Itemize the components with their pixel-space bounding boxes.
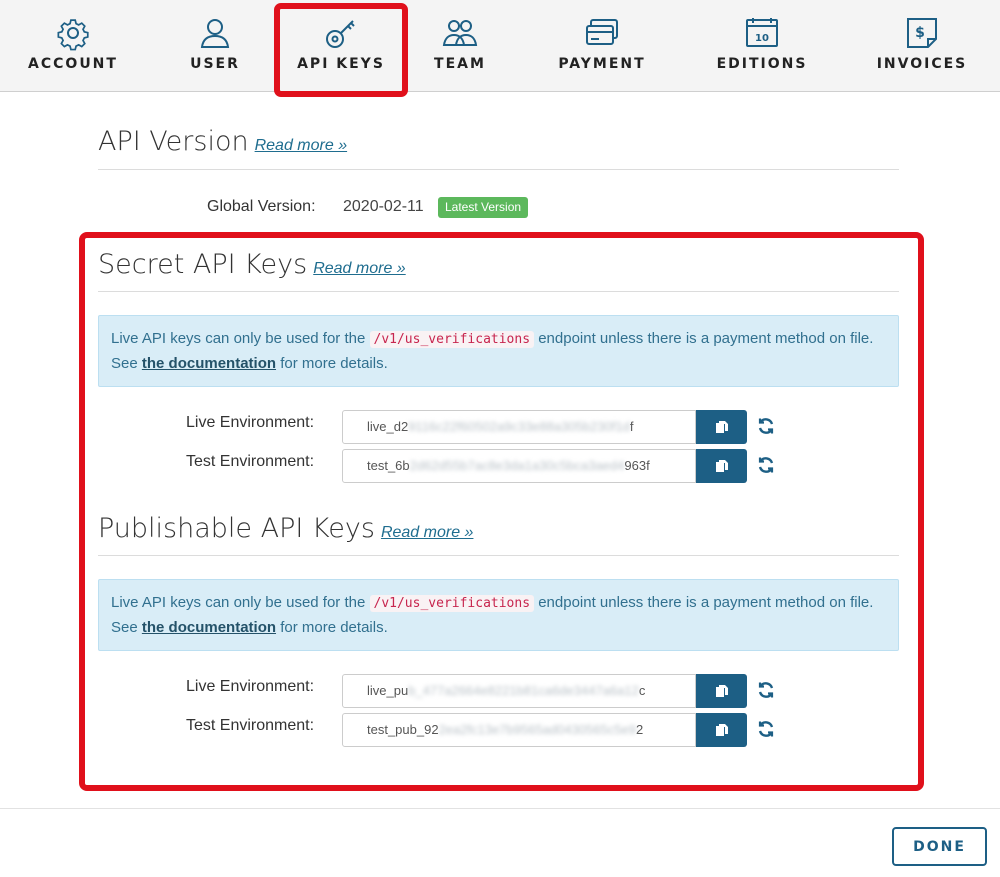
key-visible-part: 2 [635,722,644,737]
tab-editions[interactable]: 10 EDITIONS [712,0,812,92]
secret-test-label: Test Environment: [186,453,315,470]
publishable-live-key-field[interactable]: live_pub_477a2664e8221b81ca6de3447a6a12c [342,674,696,708]
key-visible-part: test_pub_92 [367,722,439,737]
api-version-title: API Version [98,126,249,157]
publishable-test-regenerate-button[interactable] [756,719,776,739]
svg-text:$: $ [915,25,925,41]
tab-label: TEAM [434,56,486,72]
latest-version-badge: Latest Version [438,197,529,218]
secret-live-key-field[interactable]: live_d29116c22f60502a9c33e88a305b230f1df [342,410,696,444]
tab-user[interactable]: USER [165,0,265,92]
alert-text: for more details. [276,619,388,636]
key-visible-part: f [629,419,634,434]
calendar-icon: 10 [742,14,782,52]
refresh-icon [758,721,774,737]
refresh-icon [758,457,774,473]
tab-label: API KEYS [297,56,385,72]
secret-test-key-field[interactable]: test_6b2d62d55b7ac8e3da1a30c5bca3aed4963… [342,449,696,483]
alert-text: Live API keys can only be used for the [111,330,370,347]
documentation-link[interactable]: the documentation [142,619,276,636]
secret-keys-info-alert: Live API keys can only be used for the /… [98,315,899,387]
copy-icon [715,421,728,433]
tab-api-keys[interactable]: API KEYS [280,0,402,92]
key-visible-part: 963f [624,458,650,473]
publishable-keys-title: Publishable API Keys [98,513,375,544]
tab-team[interactable]: TEAM [415,0,505,92]
documentation-link[interactable]: the documentation [142,355,276,372]
alert-text: for more details. [276,355,388,372]
alert-text: Live API keys can only be used for the [111,594,370,611]
publishable-keys-heading: Publishable API Keys Read more » [98,513,473,544]
key-redacted-part: 2d62d55b7ac8e3da1a30c5bca3aed4 [409,458,625,473]
top-nav: ACCOUNT USER API KEYS TEAM PAYMENT 10 ED… [0,0,1000,92]
secret-test-regenerate-button[interactable] [756,455,776,475]
secret-keys-title: Secret API Keys [98,249,308,280]
secret-live-label: Live Environment: [186,414,315,431]
key-redacted-part: 2ea2fc13e7b9565ad0430565c5e9 [438,722,636,737]
tab-invoices[interactable]: $ INVOICES [870,0,974,92]
secret-keys-heading: Secret API Keys Read more » [98,249,406,280]
secret-keys-read-more-link[interactable]: Read more » [313,260,406,277]
api-version-read-more-link[interactable]: Read more » [255,137,348,154]
footer-divider [0,808,1000,809]
user-icon [195,14,235,52]
invoice-icon: $ [902,14,942,52]
divider [98,291,899,292]
refresh-icon [758,418,774,434]
publishable-keys-read-more-link[interactable]: Read more » [381,524,474,541]
copy-icon [715,460,728,472]
tab-label: USER [190,56,240,72]
publishable-live-regenerate-button[interactable] [756,680,776,700]
divider [98,555,899,556]
key-visible-part: live_pu [367,683,409,698]
api-version-heading: API Version Read more » [98,126,347,157]
publishable-keys-info-alert: Live API keys can only be used for the /… [98,579,899,651]
copy-icon [715,685,728,697]
tab-account[interactable]: ACCOUNT [18,0,128,92]
publishable-test-label: Test Environment: [186,717,315,734]
credit-card-icon [582,14,622,52]
endpoint-code: /v1/us_verifications [369,331,535,348]
team-icon [440,14,480,52]
copy-icon [715,724,728,736]
tab-label: EDITIONS [716,56,808,72]
publishable-live-copy-button[interactable] [696,674,747,708]
key-icon [321,14,361,52]
tab-label: PAYMENT [558,56,646,72]
publishable-test-key-field[interactable]: test_pub_922ea2fc13e7b9565ad0430565c5e92 [342,713,696,747]
endpoint-code: /v1/us_verifications [369,595,535,612]
tab-label: INVOICES [876,56,968,72]
divider [98,169,899,170]
svg-text:10: 10 [755,33,769,44]
gear-icon [53,14,93,52]
publishable-live-label: Live Environment: [186,678,315,695]
key-visible-part: test_6b [367,458,410,473]
secret-live-regenerate-button[interactable] [756,416,776,436]
secret-test-copy-button[interactable] [696,449,747,483]
key-redacted-part: 9116c22f60502a9c33e88a305b230f1d [408,419,630,434]
global-version-label: Global Version: [207,198,316,215]
key-redacted-part: b_477a2664e8221b81ca6de3447a6a12 [408,683,639,698]
secret-live-copy-button[interactable] [696,410,747,444]
refresh-icon [758,682,774,698]
done-button[interactable]: DONE [892,827,987,866]
tab-label: ACCOUNT [28,56,118,72]
tab-payment[interactable]: PAYMENT [550,0,654,92]
global-version-value: 2020-02-11 [343,198,424,215]
key-visible-part: c [638,683,646,698]
key-visible-part: live_d2 [367,419,409,434]
publishable-test-copy-button[interactable] [696,713,747,747]
